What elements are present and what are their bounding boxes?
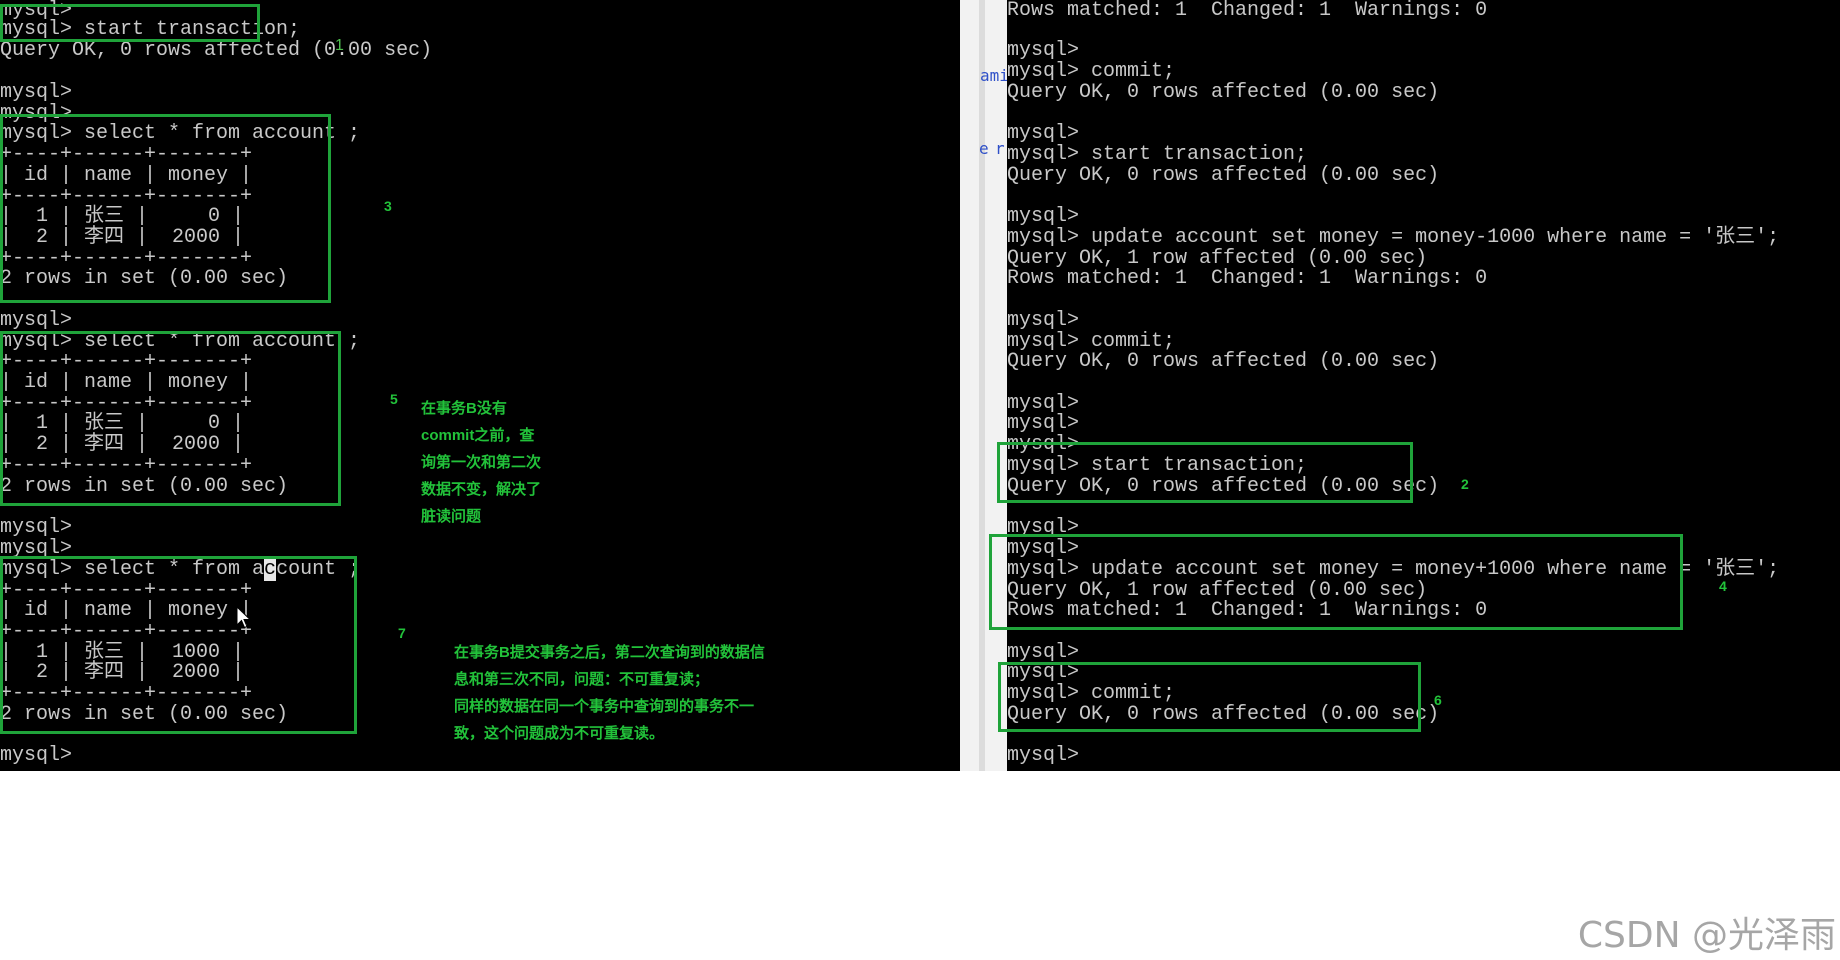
left-terminal-line: mysql> start transaction; [0,18,301,41]
right-terminal-line: Query OK, 1 row affected (0.00 sec) [1007,247,1428,270]
left-terminal-line: | id | name | money | [0,371,253,394]
mouse-pointer-icon [236,606,252,629]
text-cursor: c [264,558,277,581]
left-terminal-line: Query OK, 0 rows affected (0.00 sec) [0,39,433,62]
left-terminal-line: | 2 | 李四 | 2000 | [0,226,245,249]
right-terminal-line: mysql> [1007,433,1080,456]
left-terminal-line: | id | name | money | [0,599,253,622]
right-terminal-line: mysql> [1007,412,1080,435]
gap-text-fragment: r [995,139,1005,158]
right-terminal-line: mysql> [1007,537,1080,560]
left-terminal-line: | 2 | 李四 | 2000 | [0,433,245,456]
right-terminal-line: mysql> [1007,122,1080,145]
step-marker-4: 4 [1719,578,1727,594]
right-terminal-line: mysql> [1007,744,1080,767]
left-terminal-line: mysql> [0,102,73,125]
right-terminal-line: Rows matched: 1 Changed: 1 Warnings: 0 [1007,267,1488,290]
right-terminal-line: Query OK, 0 rows affected (0.00 sec) [1007,350,1440,373]
right-terminal-line: mysql> [1007,661,1080,684]
window-border-stripe [979,0,985,771]
background-window-partial-text [587,744,833,771]
left-terminal-line: mysql> [0,309,73,332]
left-terminal-line: mysql> select * from account ; [0,122,361,145]
annotation-note-dirty-read: 在事务B没有 commit之前，查 询第一次和第二次 数据不变，解决了 脏读问题 [421,400,542,525]
right-terminal-line: mysql> start transaction; [1007,454,1308,477]
left-terminal-line: mysql> select * from account ; [0,330,361,353]
left-terminal-line: +----+------+-------+ [0,454,253,477]
left-terminal-line: | 1 | 张三 | 1000 | [0,641,245,664]
left-terminal-line: mysql> select * from account ; [0,558,361,581]
right-terminal-line: Query OK, 1 row affected (0.00 sec) [1007,579,1428,602]
right-terminal-line: Query OK, 0 rows affected (0.00 sec) [1007,703,1440,726]
left-terminal-line: mysql> [0,81,73,104]
left-terminal-line: | 1 | 张三 | 0 | [0,205,245,228]
left-terminal-line: +----+------+-------+ [0,579,253,602]
step-marker-1: 1 [335,37,344,54]
gap-text-fragment: e [979,139,989,158]
left-terminal-line: | 1 | 张三 | 0 | [0,412,245,435]
left-terminal-line: mysql> [0,537,73,560]
left-terminal-line: 2 rows in set (0.00 sec) [0,267,289,290]
step-marker-7: 7 [398,625,406,641]
right-terminal-line: mysql> commit; [1007,60,1176,83]
right-terminal-line: Rows matched: 1 Changed: 1 Warnings: 0 [1007,0,1488,22]
right-terminal-line: Rows matched: 1 Changed: 1 Warnings: 0 [1007,599,1488,622]
right-terminal-line: mysql> [1007,309,1080,332]
right-terminal-line: mysql> commit; [1007,330,1176,353]
right-terminal-window[interactable]: Rows matched: 1 Changed: 1 Warnings: 0 my… [1007,0,1840,771]
left-terminal-line: mysql> [0,516,73,539]
left-terminal-line: +----+------+-------+ [0,350,253,373]
left-terminal-line: | 2 | 李四 | 2000 | [0,661,245,684]
step-marker-2: 2 [1461,476,1469,492]
annotation-note-non-repeatable-read: 在事务B提交事务之后，第二次查询到的数据信 息和第三次不同，问题：不可重复读； … [454,644,765,742]
right-terminal-line: mysql> [1007,39,1080,62]
right-terminal-line: mysql> update account set money = money-… [1007,226,1780,249]
background-window-gap: ami r e [960,0,1007,771]
left-terminal-line: 2 rows in set (0.00 sec) [0,475,289,498]
right-terminal-line: mysql> [1007,205,1080,228]
watermark-text: CSDN @光泽雨 [1577,915,1836,956]
left-terminal-line: | id | name | money | [0,164,253,187]
step-marker-3: 3 [384,198,392,214]
right-terminal-line: mysql> [1007,516,1080,539]
left-terminal-line: +----+------+-------+ [0,185,253,208]
left-terminal-line: mysql> [0,744,73,767]
left-terminal-line: 2 rows in set (0.00 sec) [0,703,289,726]
right-terminal-line: mysql> [1007,392,1080,415]
left-terminal-line: +----+------+-------+ [0,247,253,270]
left-terminal-line: +----+------+-------+ [0,392,253,415]
right-terminal-line: Query OK, 0 rows affected (0.00 sec) [1007,164,1440,187]
left-terminal-line: +----+------+-------+ [0,620,253,643]
step-marker-5: 5 [390,391,398,407]
right-terminal-line: mysql> commit; [1007,682,1176,705]
left-terminal-line: +----+------+-------+ [0,143,253,166]
step-marker-6: 6 [1434,692,1442,708]
right-terminal-line: Query OK, 0 rows affected (0.00 sec) [1007,475,1440,498]
right-terminal-line: mysql> update account set money = money+… [1007,558,1780,581]
gap-text-fragment: ami [980,66,1007,85]
left-terminal-line: +----+------+-------+ [0,682,253,705]
right-terminal-line: mysql> [1007,641,1080,664]
right-terminal-line: mysql> start transaction; [1007,143,1308,166]
right-terminal-line: Query OK, 0 rows affected (0.00 sec) [1007,81,1440,104]
